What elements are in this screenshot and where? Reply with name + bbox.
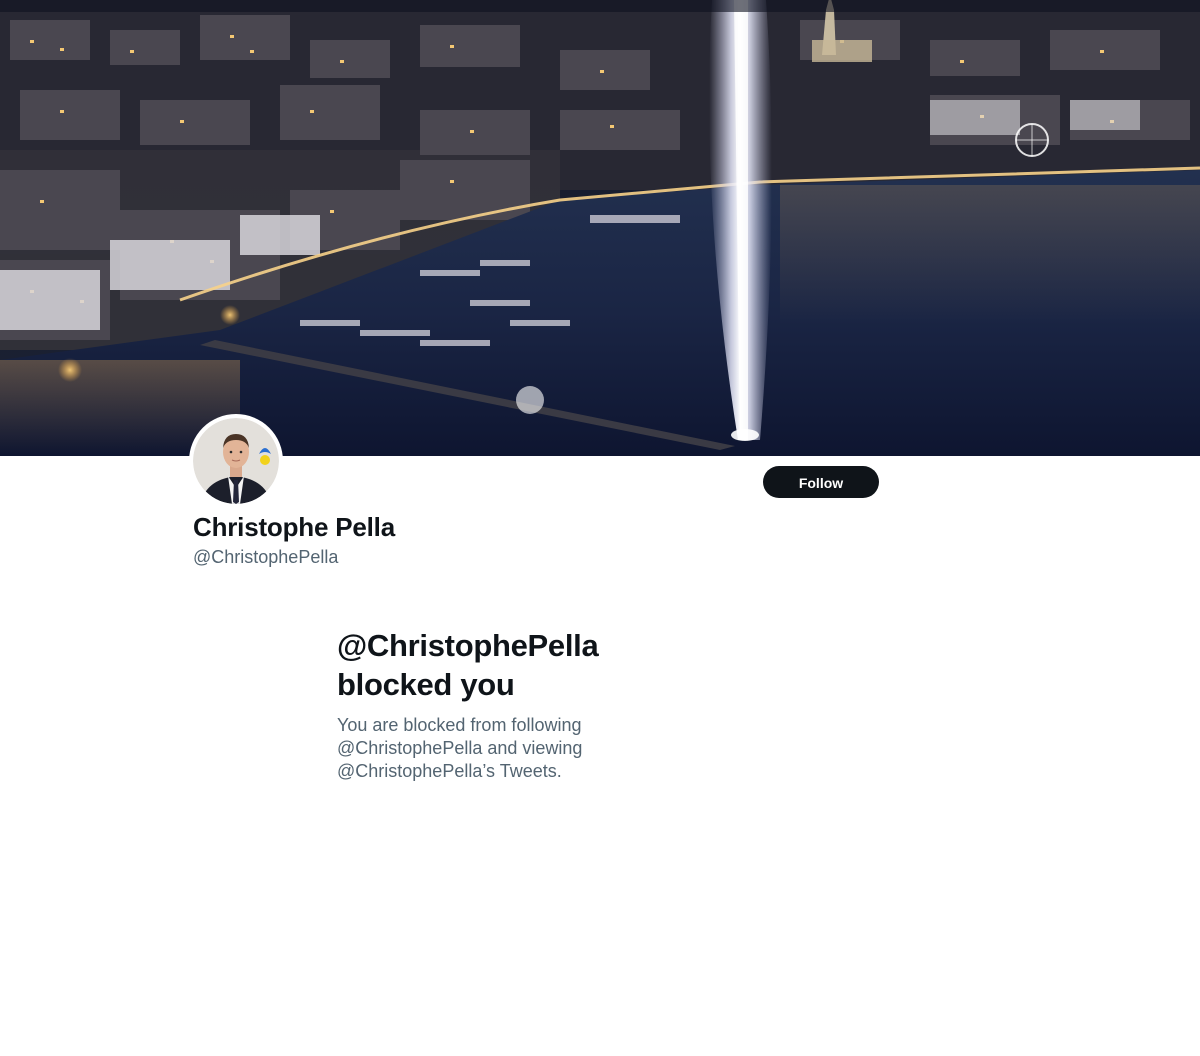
blocked-description: You are blocked from following @Christop… bbox=[337, 714, 657, 783]
blocked-title-handle: @ChristophePella bbox=[337, 628, 599, 663]
blocked-notice: @ChristophePella blocked you You are blo… bbox=[337, 626, 657, 783]
profile-display-name: Christophe Pella bbox=[193, 512, 395, 542]
blocked-title-text: blocked you bbox=[337, 667, 515, 702]
blocked-desc-line-3: @ChristophePella’s Tweets. bbox=[337, 761, 562, 781]
avatar-photo bbox=[193, 418, 279, 504]
profile-avatar[interactable] bbox=[189, 414, 283, 508]
follow-button[interactable]: Follow bbox=[763, 466, 879, 498]
profile-banner-image[interactable] bbox=[0, 0, 1200, 456]
profile-handle: @ChristophePella bbox=[193, 547, 339, 567]
blocked-desc-line-1: You are blocked from following bbox=[337, 715, 582, 735]
blocked-title: @ChristophePella blocked you bbox=[337, 626, 657, 704]
banner-illustration bbox=[0, 0, 1200, 456]
blocked-desc-line-2: @ChristophePella and viewing bbox=[337, 738, 583, 758]
profile-page: Follow Christophe Pella @ChristophePella… bbox=[0, 0, 1200, 1056]
